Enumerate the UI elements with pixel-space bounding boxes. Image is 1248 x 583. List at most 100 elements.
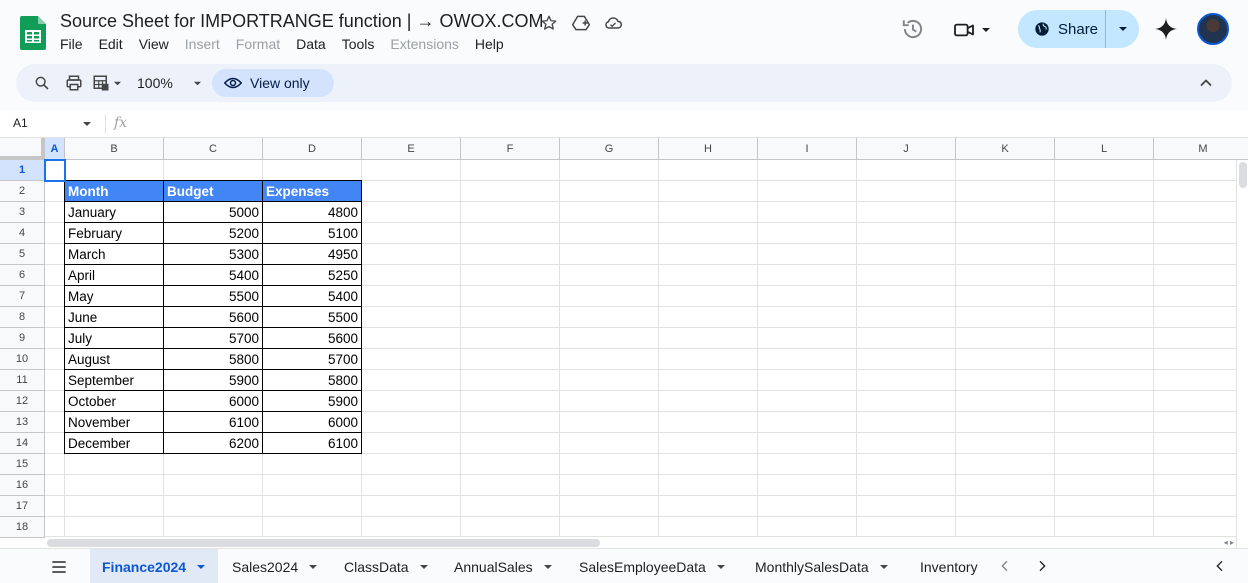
- cell-i16[interactable]: [758, 475, 857, 496]
- cell-a7[interactable]: [45, 286, 65, 307]
- table-cell[interactable]: September: [64, 369, 164, 391]
- cell-m17[interactable]: [1154, 496, 1248, 517]
- sheet-tab-classdata[interactable]: ClassData: [332, 549, 441, 583]
- cell-b18[interactable]: [65, 517, 164, 538]
- cell-f8[interactable]: [461, 307, 560, 328]
- cell-i7[interactable]: [758, 286, 857, 307]
- cell-h12[interactable]: [659, 391, 758, 412]
- print-icon[interactable]: [64, 73, 84, 93]
- column-header-h[interactable]: H: [659, 138, 758, 160]
- cell-a8[interactable]: [45, 307, 65, 328]
- table-cell[interactable]: April: [64, 264, 164, 286]
- cell-f11[interactable]: [461, 370, 560, 391]
- table-cell[interactable]: February: [64, 222, 164, 244]
- cell-i6[interactable]: [758, 265, 857, 286]
- cell-a13[interactable]: [45, 412, 65, 433]
- cell-c17[interactable]: [164, 496, 263, 517]
- table-cell[interactable]: 4950: [262, 243, 362, 265]
- cell-k18[interactable]: [956, 517, 1055, 538]
- cell-h10[interactable]: [659, 349, 758, 370]
- column-header-m[interactable]: M: [1154, 138, 1248, 160]
- column-header-e[interactable]: E: [362, 138, 461, 160]
- table-cell[interactable]: 5500: [262, 306, 362, 328]
- table-cell[interactable]: 5300: [163, 243, 263, 265]
- cell-l11[interactable]: [1055, 370, 1154, 391]
- cell-m2[interactable]: [1154, 181, 1248, 202]
- cell-f14[interactable]: [461, 433, 560, 454]
- cell-l12[interactable]: [1055, 391, 1154, 412]
- table-cell[interactable]: October: [64, 390, 164, 412]
- sheet-tab-sales2024[interactable]: Sales2024: [220, 549, 330, 583]
- cell-h6[interactable]: [659, 265, 758, 286]
- share-main-button[interactable]: Share: [1018, 10, 1106, 48]
- table-cell[interactable]: 5800: [163, 348, 263, 370]
- cell-m9[interactable]: [1154, 328, 1248, 349]
- row-header-3[interactable]: 3: [0, 202, 45, 223]
- cell-i11[interactable]: [758, 370, 857, 391]
- cell-k11[interactable]: [956, 370, 1055, 391]
- cell-i4[interactable]: [758, 223, 857, 244]
- cell-i3[interactable]: [758, 202, 857, 223]
- cell-a12[interactable]: [45, 391, 65, 412]
- cell-k9[interactable]: [956, 328, 1055, 349]
- cell-h5[interactable]: [659, 244, 758, 265]
- cell-e12[interactable]: [362, 391, 461, 412]
- row-header-18[interactable]: 18: [0, 517, 45, 538]
- cell-m14[interactable]: [1154, 433, 1248, 454]
- cell-e7[interactable]: [362, 286, 461, 307]
- cell-h7[interactable]: [659, 286, 758, 307]
- cell-k7[interactable]: [956, 286, 1055, 307]
- cell-e1[interactable]: [362, 160, 461, 181]
- cell-i5[interactable]: [758, 244, 857, 265]
- cell-e13[interactable]: [362, 412, 461, 433]
- cell-m1[interactable]: [1154, 160, 1248, 181]
- row-header-11[interactable]: 11: [0, 370, 45, 391]
- horizontal-scrollbar[interactable]: ◂ ▸: [45, 536, 1236, 548]
- table-cell[interactable]: 6000: [163, 390, 263, 412]
- table-cell[interactable]: 6100: [262, 432, 362, 454]
- column-header-b[interactable]: B: [65, 138, 164, 160]
- sheet-tab-salesemployeedata[interactable]: SalesEmployeeData: [567, 549, 738, 583]
- cell-a15[interactable]: [45, 454, 65, 475]
- cell-l6[interactable]: [1055, 265, 1154, 286]
- cell-l13[interactable]: [1055, 412, 1154, 433]
- cell-f5[interactable]: [461, 244, 560, 265]
- cell-f9[interactable]: [461, 328, 560, 349]
- cell-l8[interactable]: [1055, 307, 1154, 328]
- cell-f17[interactable]: [461, 496, 560, 517]
- cell-i17[interactable]: [758, 496, 857, 517]
- table-header-cell[interactable]: Expenses: [262, 180, 362, 202]
- table-cell[interactable]: March: [64, 243, 164, 265]
- row-header-13[interactable]: 13: [0, 412, 45, 433]
- cell-m18[interactable]: [1154, 517, 1248, 538]
- view-only-button[interactable]: View only: [212, 69, 334, 97]
- cell-h15[interactable]: [659, 454, 758, 475]
- column-header-a[interactable]: A: [45, 138, 65, 160]
- chevron-down-icon[interactable]: [879, 562, 889, 572]
- vertical-scrollbar[interactable]: [1236, 160, 1248, 548]
- row-header-5[interactable]: 5: [0, 244, 45, 265]
- cell-f15[interactable]: [461, 454, 560, 475]
- table-cell[interactable]: 5500: [163, 285, 263, 307]
- cell-i2[interactable]: [758, 181, 857, 202]
- row-header-9[interactable]: 9: [0, 328, 45, 349]
- scroll-tabs-left-icon[interactable]: [997, 558, 1013, 574]
- cell-k1[interactable]: [956, 160, 1055, 181]
- cell-l9[interactable]: [1055, 328, 1154, 349]
- cell-c18[interactable]: [164, 517, 263, 538]
- column-header-d[interactable]: D: [263, 138, 362, 160]
- cell-f13[interactable]: [461, 412, 560, 433]
- cell-a3[interactable]: [45, 202, 65, 223]
- cell-f18[interactable]: [461, 517, 560, 538]
- cell-h4[interactable]: [659, 223, 758, 244]
- cell-m15[interactable]: [1154, 454, 1248, 475]
- cell-e3[interactable]: [362, 202, 461, 223]
- table-cell[interactable]: May: [64, 285, 164, 307]
- cell-m12[interactable]: [1154, 391, 1248, 412]
- cell-m7[interactable]: [1154, 286, 1248, 307]
- cell-j16[interactable]: [857, 475, 956, 496]
- cell-j15[interactable]: [857, 454, 956, 475]
- scroll-tabs-right-icon[interactable]: [1034, 558, 1050, 574]
- cell-c16[interactable]: [164, 475, 263, 496]
- table-cell[interactable]: June: [64, 306, 164, 328]
